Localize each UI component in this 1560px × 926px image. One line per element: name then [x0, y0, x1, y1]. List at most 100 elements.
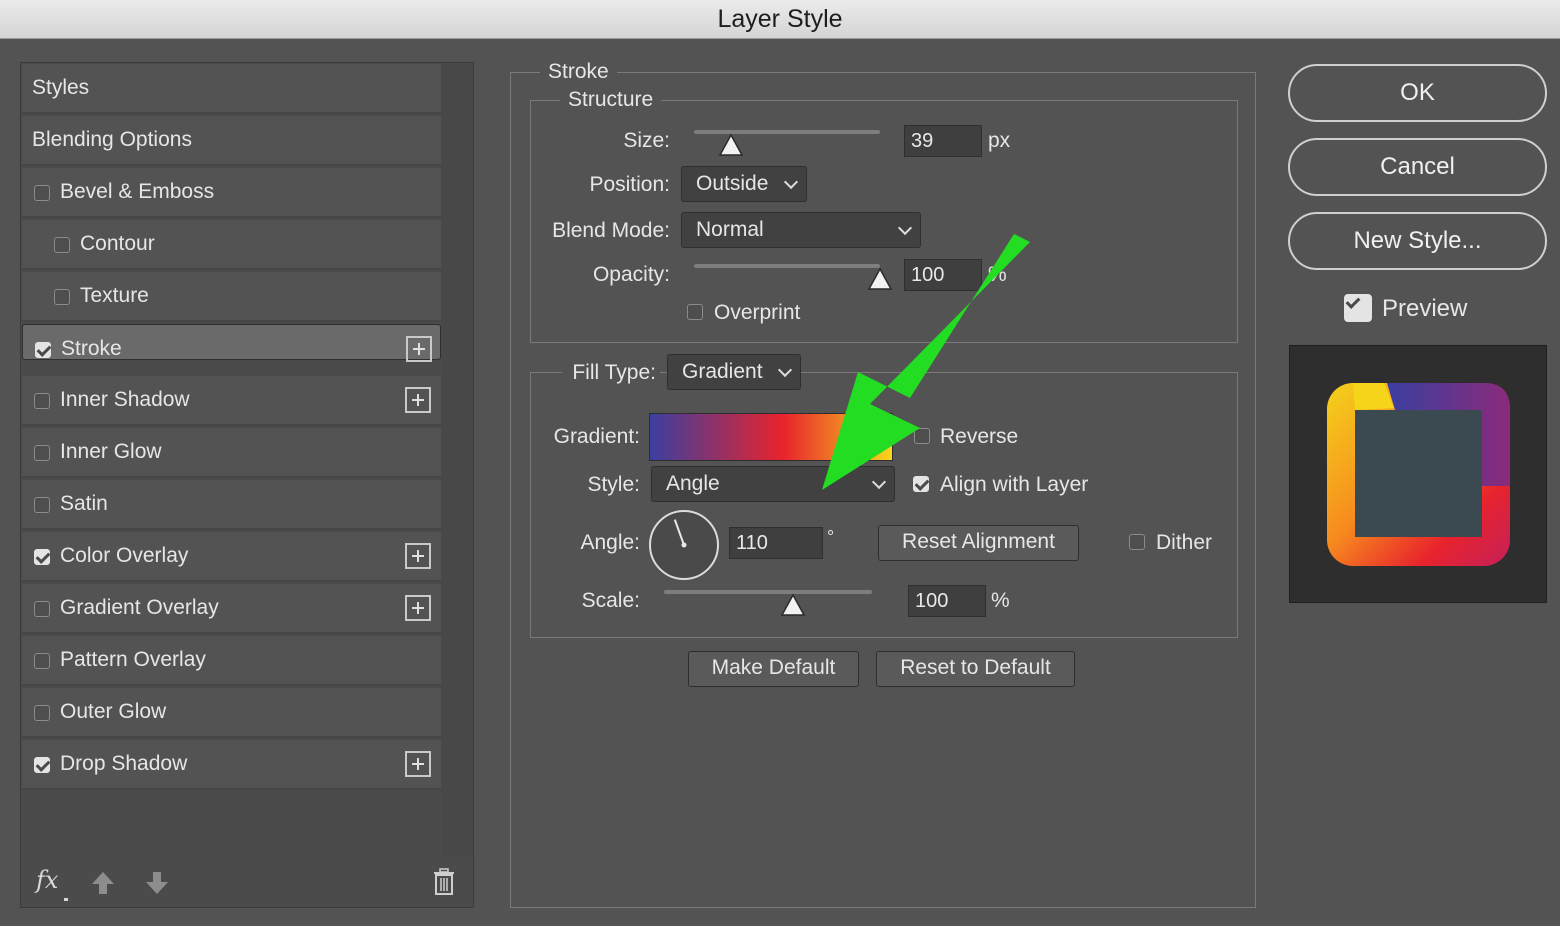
- angle-input[interactable]: 110: [729, 527, 823, 559]
- move-up-icon[interactable]: [90, 870, 116, 896]
- style-item-contour[interactable]: Contour: [22, 220, 441, 270]
- style-item-texture[interactable]: Texture: [22, 272, 441, 322]
- trash-icon[interactable]: [432, 868, 456, 896]
- style-item-label: Inner Glow: [60, 440, 162, 463]
- move-down-icon[interactable]: [144, 870, 170, 896]
- angle-dial[interactable]: [647, 508, 721, 582]
- style-item-label: Styles: [32, 76, 90, 99]
- chevron-down-icon: [783, 174, 799, 190]
- style-item-outer-glow[interactable]: Outer Glow: [22, 688, 441, 738]
- overprint-label[interactable]: Overprint: [714, 301, 800, 325]
- chevron-down-icon: [871, 474, 887, 490]
- new-style-button[interactable]: New Style...: [1288, 212, 1547, 270]
- style-item-gradient-overlay[interactable]: Gradient Overlay: [22, 584, 441, 634]
- style-preview-thumbnail: [1327, 383, 1510, 566]
- blend-mode-select[interactable]: Normal: [681, 212, 921, 248]
- add-effect-icon[interactable]: [405, 751, 431, 777]
- style-item-label: Texture: [80, 284, 149, 307]
- style-item-checkbox[interactable]: [34, 185, 50, 201]
- chevron-down-icon: [897, 220, 913, 236]
- style-item-label: Stroke: [61, 337, 122, 360]
- preview-checkbox[interactable]: [1344, 294, 1372, 322]
- style-item-checkbox[interactable]: [34, 549, 50, 565]
- style-item-bevel-emboss[interactable]: Bevel & Emboss: [22, 168, 441, 218]
- styles-list-scrollbar[interactable]: [441, 64, 473, 856]
- position-value: Outside: [696, 172, 769, 195]
- stroke-section-title: Stroke: [540, 60, 617, 84]
- fill-type-value: Gradient: [682, 360, 763, 383]
- style-value: Angle: [666, 472, 720, 495]
- style-item-label: Satin: [60, 492, 108, 515]
- opacity-slider-track[interactable]: [694, 264, 880, 268]
- add-effect-icon[interactable]: [405, 595, 431, 621]
- preview-label[interactable]: Preview: [1382, 295, 1467, 323]
- style-item-checkbox[interactable]: [34, 497, 50, 513]
- reverse-checkbox[interactable]: [914, 428, 930, 444]
- ok-button[interactable]: OK: [1288, 64, 1547, 122]
- style-item-styles[interactable]: Styles: [22, 64, 441, 114]
- style-item-satin[interactable]: Satin: [22, 480, 441, 530]
- opacity-slider-thumb[interactable]: [867, 267, 893, 291]
- opacity-input[interactable]: 100: [904, 259, 982, 291]
- fill-type-label: Fill Type:: [562, 361, 660, 385]
- reset-to-default-button[interactable]: Reset to Default: [876, 651, 1075, 687]
- style-item-label: Color Overlay: [60, 544, 189, 567]
- position-label: Position:: [589, 173, 670, 196]
- style-item-checkbox[interactable]: [34, 705, 50, 721]
- add-effect-icon[interactable]: [406, 336, 432, 362]
- angle-label: Angle:: [580, 531, 640, 554]
- scale-input[interactable]: 100: [908, 585, 986, 617]
- overprint-checkbox[interactable]: [687, 304, 703, 320]
- position-select[interactable]: Outside: [681, 166, 807, 202]
- style-item-label: Outer Glow: [60, 700, 167, 723]
- style-item-label: Inner Shadow: [60, 388, 190, 411]
- fill-type-select[interactable]: Gradient: [667, 354, 801, 390]
- style-item-checkbox[interactable]: [54, 289, 70, 305]
- align-with-layer-checkbox[interactable]: [913, 476, 929, 492]
- style-item-checkbox[interactable]: [34, 653, 50, 669]
- reset-alignment-button[interactable]: Reset Alignment: [878, 525, 1079, 561]
- scale-slider-thumb[interactable]: [780, 593, 806, 617]
- opacity-label: Opacity:: [592, 263, 670, 286]
- style-item-pattern-overlay[interactable]: Pattern Overlay: [22, 636, 441, 686]
- size-input[interactable]: 39: [904, 125, 982, 157]
- style-item-stroke[interactable]: Stroke: [22, 324, 441, 362]
- add-effect-icon[interactable]: [405, 543, 431, 569]
- align-with-layer-label[interactable]: Align with Layer: [940, 473, 1088, 497]
- style-item-blending-options[interactable]: Blending Options: [22, 116, 441, 166]
- reverse-label[interactable]: Reverse: [940, 425, 1018, 449]
- scale-slider-track[interactable]: [664, 590, 872, 594]
- scale-unit: %: [991, 589, 1010, 612]
- style-item-checkbox[interactable]: [34, 757, 50, 773]
- blend-mode-label: Blend Mode:: [552, 219, 670, 242]
- style-item-checkbox[interactable]: [34, 601, 50, 617]
- dither-checkbox[interactable]: [1129, 534, 1145, 550]
- styles-list-footer: fx: [22, 858, 473, 906]
- style-preview-box: [1289, 345, 1547, 603]
- style-item-color-overlay[interactable]: Color Overlay: [22, 532, 441, 582]
- cancel-button[interactable]: Cancel: [1288, 138, 1547, 196]
- style-item-inner-shadow[interactable]: Inner Shadow: [22, 376, 441, 426]
- make-default-button[interactable]: Make Default: [688, 651, 859, 687]
- window-title: Layer Style: [717, 5, 843, 33]
- style-item-label: Gradient Overlay: [60, 596, 219, 619]
- style-item-checkbox[interactable]: [34, 393, 50, 409]
- size-unit: px: [988, 129, 1011, 152]
- style-select[interactable]: Angle: [651, 466, 895, 502]
- style-item-drop-shadow[interactable]: Drop Shadow: [22, 740, 441, 790]
- fx-icon[interactable]: fx: [36, 866, 58, 894]
- size-label: Size:: [623, 129, 670, 152]
- chevron-down-icon: [777, 362, 793, 378]
- gradient-label: Gradient:: [553, 425, 640, 448]
- angle-unit: °: [827, 527, 835, 547]
- style-item-checkbox[interactable]: [34, 445, 50, 461]
- style-item-checkbox[interactable]: [35, 342, 51, 358]
- fx-menu-indicator: [64, 898, 68, 901]
- style-item-label: Bevel & Emboss: [60, 180, 215, 203]
- dither-label[interactable]: Dither: [1156, 531, 1212, 555]
- style-item-inner-glow[interactable]: Inner Glow: [22, 428, 441, 478]
- style-item-checkbox[interactable]: [54, 237, 70, 253]
- size-slider-thumb[interactable]: [718, 133, 744, 157]
- add-effect-icon[interactable]: [405, 387, 431, 413]
- gradient-swatch[interactable]: [649, 413, 893, 461]
